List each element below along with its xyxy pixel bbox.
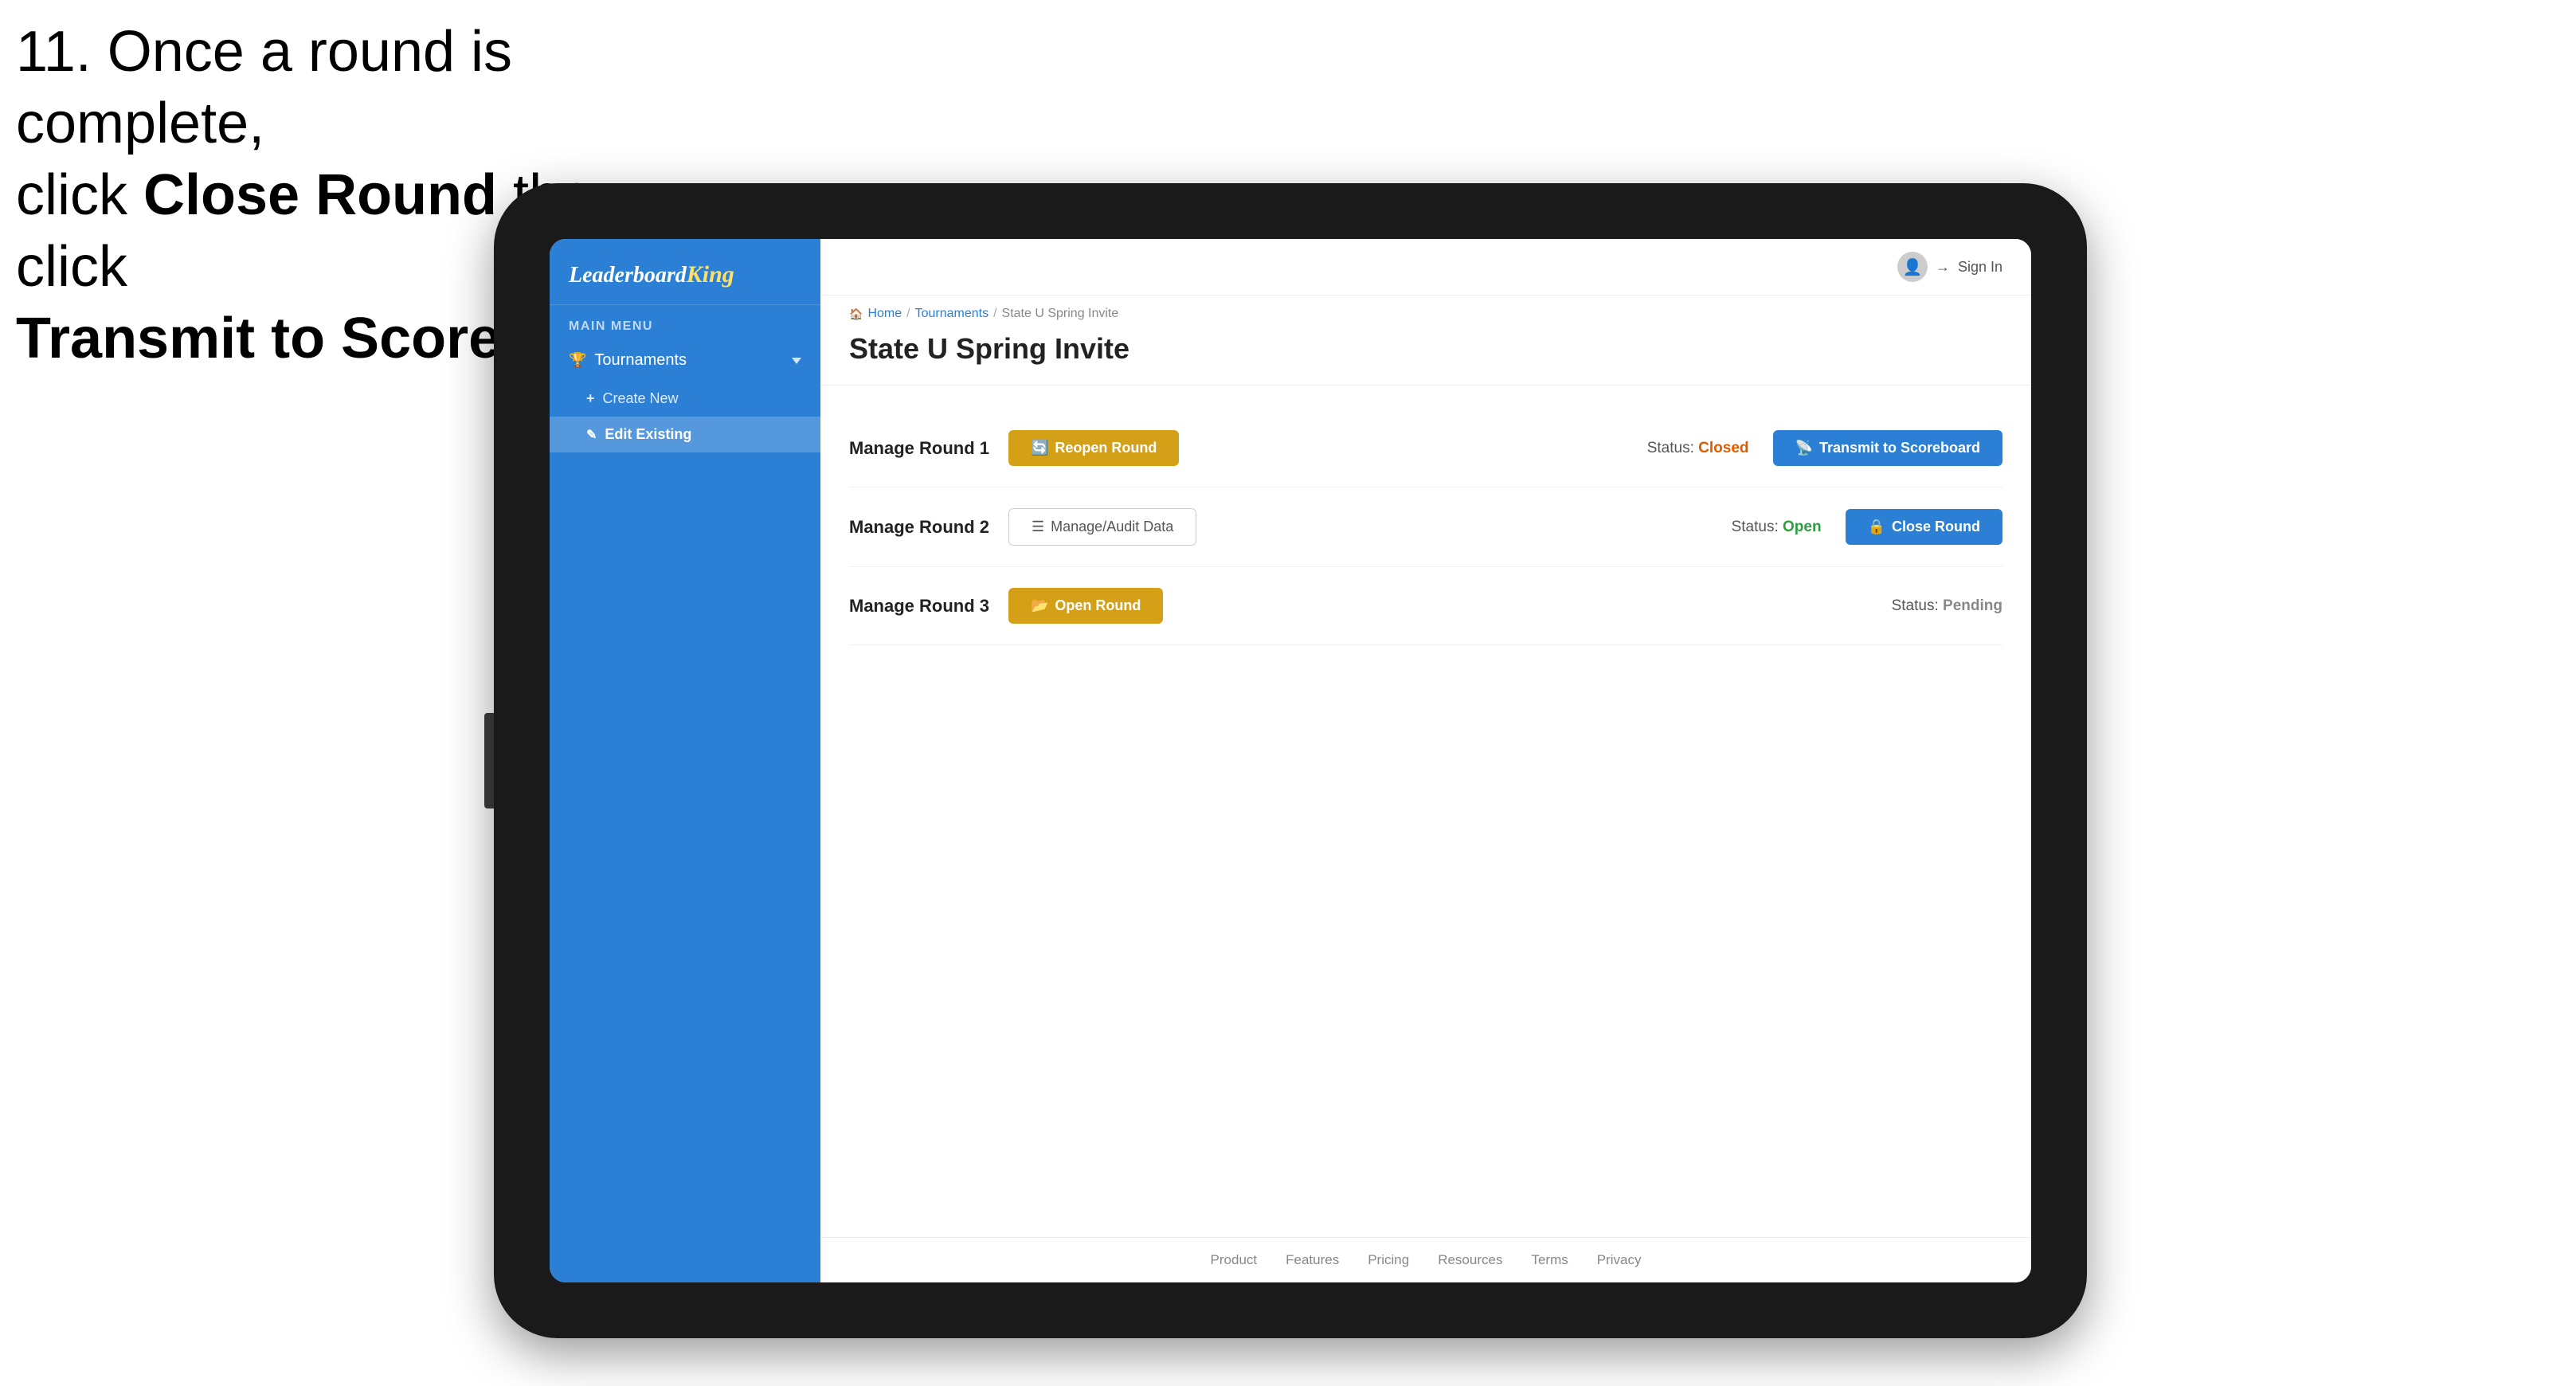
round-2-status: Status: Open	[1732, 519, 1822, 536]
app-layout: LeaderboardKing MAIN MENU 🏆 Tournaments …	[550, 239, 2031, 1282]
audit-icon: ☰	[1032, 519, 1044, 535]
round-3-title: Manage Round 3	[849, 596, 992, 617]
open-round-icon: 📂	[1031, 597, 1048, 614]
breadcrumb-current: State U Spring Invite	[1002, 307, 1119, 321]
breadcrumb-tournaments[interactable]: Tournaments	[915, 307, 989, 321]
reopen-round-button[interactable]: 🔄 Reopen Round	[1008, 430, 1179, 466]
user-avatar-icon: 👤	[1897, 252, 1928, 282]
page-title: State U Spring Invite	[849, 332, 2002, 366]
sign-in-arrow-icon: →	[1936, 259, 1950, 276]
open-round-button[interactable]: 📂 Open Round	[1008, 588, 1163, 624]
round-row-1: Manage Round 1 🔄 Reopen Round Status: Cl…	[849, 409, 2002, 487]
sidebar-sub-item-edit-existing[interactable]: ✎ Edit Existing	[550, 417, 820, 452]
breadcrumb: 🏠 Home / Tournaments / State U Spring In…	[820, 296, 2031, 326]
trophy-icon: 🏆	[569, 352, 586, 369]
sidebar-item-tournaments[interactable]: 🏆 Tournaments	[550, 340, 820, 381]
footer-link-privacy[interactable]: Privacy	[1597, 1252, 1642, 1268]
chevron-down-icon	[792, 358, 801, 364]
manage-audit-data-button[interactable]: ☰ Manage/Audit Data	[1008, 508, 1196, 546]
sidebar-sub-item-create-new[interactable]: + Create New	[550, 381, 820, 417]
edit-icon: ✎	[586, 427, 597, 443]
footer-link-resources[interactable]: Resources	[1438, 1252, 1502, 1268]
top-bar: 👤 → Sign In	[820, 239, 2031, 296]
breadcrumb-home[interactable]: Home	[867, 307, 902, 321]
transmit-icon: 📡	[1795, 440, 1813, 456]
logo-area: LeaderboardKing	[550, 239, 820, 305]
reopen-icon: 🔄	[1031, 440, 1048, 456]
app-footer: Product Features Pricing Resources Terms…	[820, 1237, 2031, 1282]
round-row-3: Manage Round 3 📂 Open Round Status: Pend…	[849, 567, 2002, 645]
round-3-status: Status: Pending	[1892, 597, 2002, 615]
tablet-side-handle	[484, 713, 494, 808]
content-area: Manage Round 1 🔄 Reopen Round Status: Cl…	[820, 386, 2031, 1237]
plus-icon: +	[586, 390, 595, 407]
round-1-title: Manage Round 1	[849, 438, 992, 459]
transmit-to-scoreboard-button[interactable]: 📡 Transmit to Scoreboard	[1773, 430, 2002, 466]
sign-in-button[interactable]: 👤 → Sign In	[1897, 252, 2002, 282]
page-header: State U Spring Invite	[820, 326, 2031, 386]
footer-link-pricing[interactable]: Pricing	[1368, 1252, 1409, 1268]
round-1-status: Status: Closed	[1647, 440, 1749, 457]
tablet-screen: LeaderboardKing MAIN MENU 🏆 Tournaments …	[550, 239, 2031, 1282]
close-round-button[interactable]: 🔒 Close Round	[1846, 509, 2002, 545]
round-2-title: Manage Round 2	[849, 517, 992, 538]
sidebar: LeaderboardKing MAIN MENU 🏆 Tournaments …	[550, 239, 820, 1282]
tablet-device: LeaderboardKing MAIN MENU 🏆 Tournaments …	[494, 183, 2087, 1338]
footer-link-terms[interactable]: Terms	[1531, 1252, 1568, 1268]
footer-link-features[interactable]: Features	[1286, 1252, 1339, 1268]
round-row-2: Manage Round 2 ☰ Manage/Audit Data Statu…	[849, 487, 2002, 567]
main-menu-label: MAIN MENU	[550, 305, 820, 340]
app-logo: LeaderboardKing	[569, 261, 801, 288]
close-round-icon: 🔒	[1868, 519, 1885, 535]
footer-link-product[interactable]: Product	[1211, 1252, 1258, 1268]
home-icon: 🏠	[849, 307, 863, 321]
main-content: 👤 → Sign In 🏠 Home / Tournaments / State…	[820, 239, 2031, 1282]
